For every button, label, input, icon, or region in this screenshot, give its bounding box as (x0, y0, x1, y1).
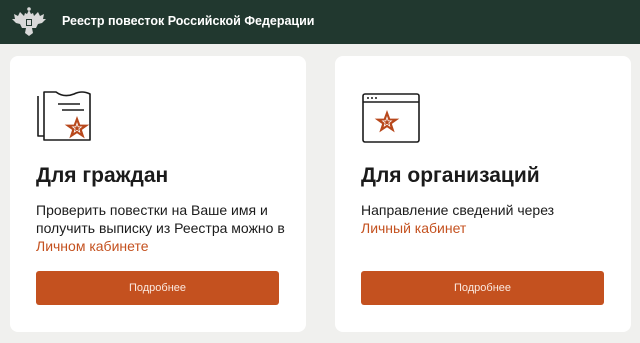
browser-window-star-icon (362, 93, 420, 143)
personal-cabinet-org-link[interactable]: Личный кабинет (361, 220, 466, 236)
citizens-card: Для граждан Проверить повестки на Ваше и… (10, 56, 306, 332)
personal-cabinet-link[interactable]: Личном кабинете (36, 238, 149, 254)
organizations-description: Направление сведений через Личный кабинет (361, 201, 623, 237)
organizations-description-text: Направление сведений через (361, 202, 555, 218)
site-title: Реестр повесток Российской Федерации (62, 14, 315, 28)
organizations-more-button[interactable]: Подробнее (361, 271, 604, 305)
citizens-description: Проверить повестки на Ваше имя и получит… (36, 201, 298, 255)
citizens-title: Для граждан (36, 164, 169, 187)
citizens-more-button[interactable]: Подробнее (36, 271, 279, 305)
citizens-description-text: Проверить повестки на Ваше имя и получит… (36, 202, 285, 236)
organizations-card: Для организаций Направление сведений чер… (335, 56, 631, 332)
double-headed-eagle-emblem-icon[interactable] (10, 6, 48, 38)
organizations-title: Для организаций (361, 164, 540, 187)
document-star-icon (37, 91, 91, 141)
site-header: Реестр повесток Российской Федерации (0, 0, 640, 44)
